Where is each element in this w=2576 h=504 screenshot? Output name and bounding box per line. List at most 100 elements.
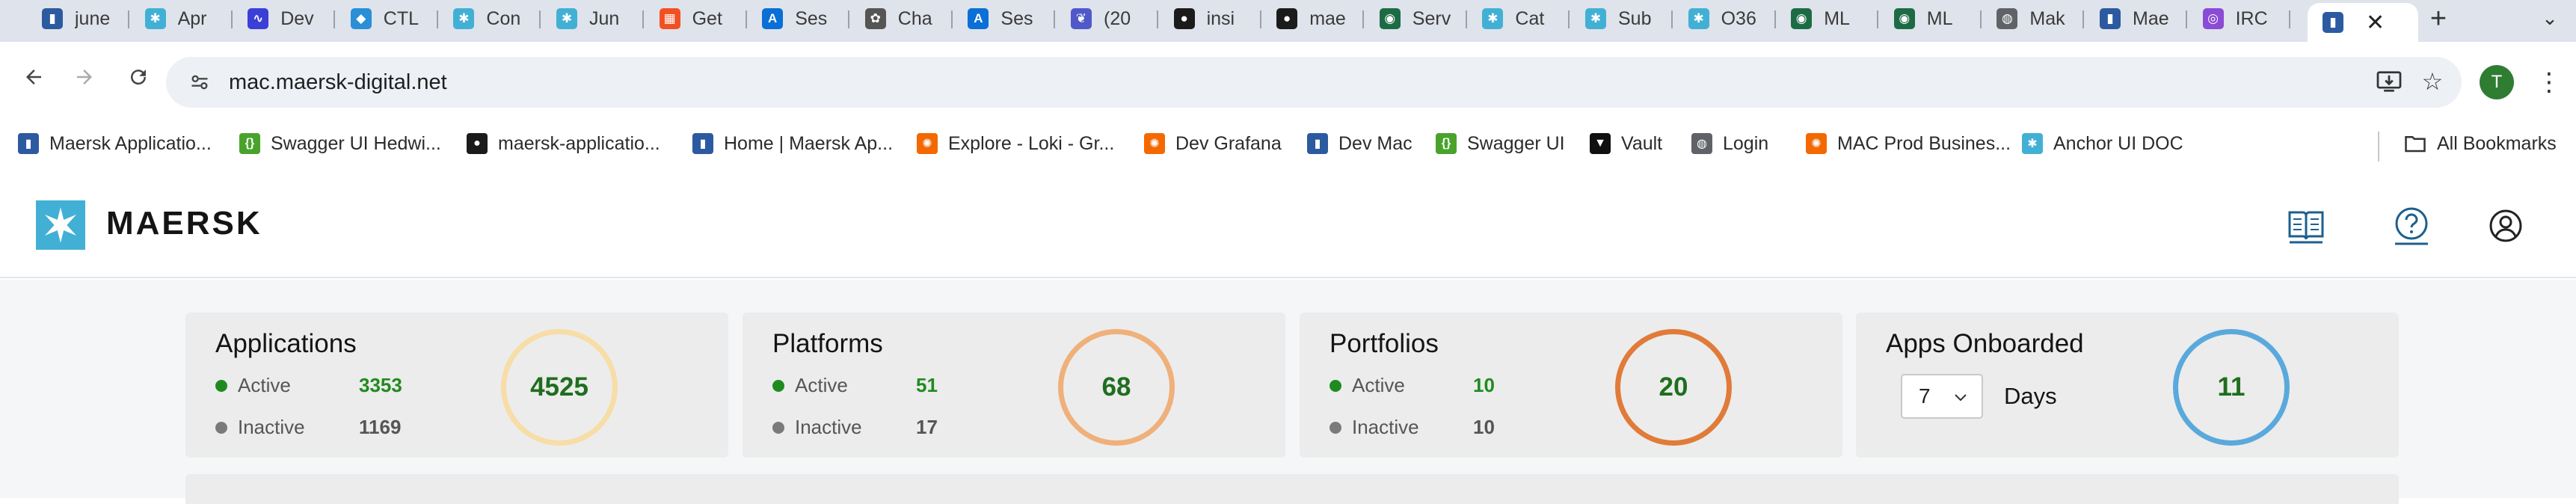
install-app-icon[interactable] (2372, 64, 2406, 99)
bookmark-item[interactable]: ● maersk-applicatio... (467, 129, 660, 159)
browser-tab[interactable]: ✱ O36 (1673, 0, 1776, 37)
bookmark-star-icon[interactable]: ☆ (2415, 64, 2450, 99)
browser-tab[interactable]: ◉ Serv (1365, 0, 1467, 37)
maersk-logo-icon[interactable] (36, 200, 85, 250)
browser-tab-strip: ▮ june ✱ Apr ∿ Dev ◆ CTL ✱ Con ✱ Jun ▦ Get A Ses ✿ Cha A Se… (0, 0, 2576, 42)
card-title: Apps Onboarded (1886, 329, 2084, 358)
active-status-dot (215, 379, 227, 392)
maersk-star-icon: ✱ (556, 8, 577, 29)
close-tab-icon[interactable]: ✕ (2366, 10, 2385, 36)
browser-tab[interactable]: A Ses (747, 0, 850, 37)
apps-onboarded-card: Apps Onboarded 7 Days 11 (1856, 313, 2399, 458)
bookmark-item[interactable]: {} Swagger UI (1436, 129, 1565, 159)
reload-icon (131, 70, 147, 85)
browser-tab[interactable]: ✱ Con (438, 0, 541, 37)
documentation-book-icon[interactable] (2285, 205, 2327, 247)
servicenow-icon: ◉ (1791, 8, 1813, 29)
bookmark-item[interactable]: ✺ Dev Grafana (1144, 129, 1282, 159)
active-label: Active (795, 374, 848, 396)
total-count: 20 (1659, 372, 1688, 402)
onboarded-total: 11 (2217, 372, 2245, 402)
grafana-icon: ✺ (1144, 133, 1165, 154)
back-button[interactable] (13, 57, 54, 97)
browser-tab[interactable]: ● mae (1261, 0, 1365, 37)
browser-menu-icon[interactable]: ⋮ (2536, 64, 2562, 100)
bookmark-item[interactable]: ✱ Anchor UI DOC (2022, 129, 2183, 159)
days-select[interactable]: 7 (1901, 374, 1983, 419)
browser-tab[interactable]: ◆ CTL (336, 0, 438, 37)
browser-tab[interactable]: ✱ Jun (541, 0, 644, 37)
bookmark-label: Login (1723, 132, 1769, 154)
bookmark-label: Dev Mac (1338, 132, 1413, 154)
browser-tab[interactable]: ▮ june (27, 0, 129, 37)
tab-active[interactable]: ▮ ✕ (2308, 3, 2418, 42)
browser-tab[interactable]: ◉ ML (1776, 0, 1879, 37)
servicenow-icon: ◉ (1893, 8, 1915, 29)
inactive-label: Inactive (795, 416, 862, 438)
browser-tab[interactable]: ◉ ML (1879, 0, 1982, 37)
platforms-card[interactable]: Platforms Active 51 Inactive 17 68 (743, 313, 1285, 458)
chevron-down-icon (1952, 387, 1970, 411)
all-bookmarks-label: All Bookmarks (2437, 132, 2557, 154)
bookmark-item[interactable]: ▮ Maersk Applicatio... (18, 129, 212, 159)
bookmark-item[interactable]: {} Swagger UI Hedwi... (239, 129, 441, 159)
bookmark-item[interactable]: ✺ MAC Prod Busines... (1806, 129, 2011, 159)
portfolios-card[interactable]: Portfolios Active 10 Inactive 10 20 (1300, 313, 1842, 458)
browser-tab[interactable]: ◍ Mak (1982, 0, 2085, 37)
all-bookmarks[interactable]: All Bookmarks (2404, 129, 2557, 159)
bookmark-item[interactable]: ▮ Home | Maersk Ap... (692, 129, 893, 159)
openai-icon: ✿ (864, 8, 886, 29)
bookmark-item[interactable]: ◍ Login (1691, 129, 1768, 159)
github-icon: ● (467, 133, 488, 154)
address-bar[interactable]: mac.maersk-digital.net ☆ (166, 57, 2462, 108)
bookmark-item[interactable]: ✺ Explore - Loki - Gr... (917, 129, 1114, 159)
active-row: Active 51 (772, 374, 938, 397)
active-label: Active (238, 374, 291, 396)
tab-search-button[interactable]: ⌄ (2535, 3, 2565, 33)
active-count: 10 (1473, 374, 1495, 396)
inactive-row: Inactive 17 (772, 416, 938, 439)
browser-tab[interactable]: ▦ Get (645, 0, 747, 37)
browser-tab[interactable]: ▮ Mae (2085, 0, 2187, 37)
browser-tab[interactable]: ∿ Dev (233, 0, 336, 37)
maersk-docs-icon: ▮ (1307, 133, 1328, 154)
card-title: Applications (215, 329, 357, 358)
maersk-star-icon: ✱ (1482, 8, 1504, 29)
inactive-row: Inactive 1169 (215, 416, 401, 439)
bookmark-label: maersk-applicatio... (498, 132, 660, 154)
active-status-dot (772, 379, 784, 392)
tab-title: Mak (2029, 7, 2065, 29)
browser-tab[interactable]: ✱ Apr (130, 0, 233, 37)
site-settings-icon[interactable] (188, 71, 211, 93)
help-question-icon[interactable] (2391, 205, 2432, 247)
browser-tab[interactable]: ✿ Cha (850, 0, 953, 37)
grafana-icon: ✺ (917, 133, 938, 154)
forward-arrow-icon (77, 70, 92, 84)
bookmarks-bar: ▮ Maersk Applicatio... {} Swagger UI Hedwi.… (0, 123, 2576, 165)
maersk-star-icon: ✱ (1688, 8, 1709, 29)
bookmark-label: MAC Prod Busines... (1837, 132, 2011, 154)
bookmark-item[interactable]: ▼ Vault (1590, 129, 1662, 159)
applications-card[interactable]: Applications Active 3353 Inactive 1169 4525 (185, 313, 728, 458)
irctc-icon: ◎ (2202, 8, 2224, 29)
user-account-icon[interactable] (2485, 205, 2527, 247)
browser-tab[interactable]: ✱ Sub (1570, 0, 1673, 37)
browser-tab[interactable]: ● insi (1159, 0, 1261, 37)
days-label: Days (2004, 383, 2057, 409)
brand-name[interactable]: MAERSK (106, 205, 262, 242)
browser-tab[interactable]: ◎ IRC (2188, 0, 2290, 37)
browser-tab[interactable]: ✱ Cat (1467, 0, 1570, 37)
maersk-star-icon: ✱ (144, 8, 166, 29)
bookmark-item[interactable]: ▮ Dev Mac (1307, 129, 1413, 159)
inactive-count: 1169 (359, 416, 402, 438)
forward-button[interactable] (64, 57, 105, 97)
azure-icon: A (968, 8, 989, 29)
bookmark-label: Swagger UI Hedwi... (271, 132, 441, 154)
profile-avatar[interactable]: T (2480, 65, 2514, 99)
browser-tab[interactable]: A Ses (953, 0, 1056, 37)
days-select-value: 7 (1919, 384, 1931, 408)
browser-tab[interactable]: ❦ (20 (1056, 0, 1158, 37)
reload-button[interactable] (118, 57, 159, 97)
bookmark-label: Swagger UI (1467, 132, 1565, 154)
new-tab-button[interactable]: + (2420, 1, 2457, 36)
